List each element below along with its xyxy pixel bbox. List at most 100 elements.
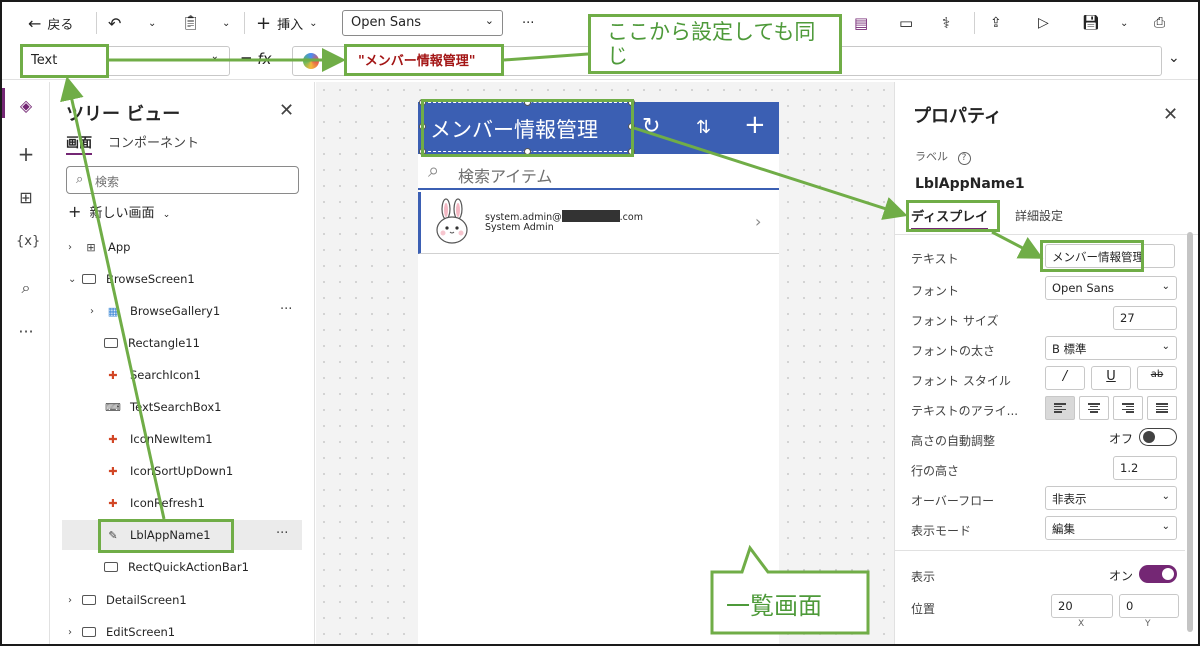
- tab-screens[interactable]: 画面: [66, 132, 93, 155]
- toggle-knob: [1162, 568, 1174, 580]
- layers-icon[interactable]: ◈: [16, 96, 36, 116]
- align-center-button[interactable]: [1079, 396, 1109, 420]
- insert-button[interactable]: + 挿入 ⌄: [256, 12, 318, 34]
- chevron-right-icon[interactable]: ›: [755, 212, 761, 231]
- auto-height-state: オフ: [1109, 432, 1134, 446]
- tree-node-search-icon[interactable]: ✚ SearchIcon1: [104, 360, 314, 390]
- visible-toggle[interactable]: [1139, 565, 1177, 583]
- chevron-down-icon: ⌄: [484, 14, 494, 27]
- tree-view-panel: ツリー ビュー ✕ 画面 コンポーネント ⌕ 検索 + 新しい画面 ⌄ › ⊞ …: [50, 82, 315, 644]
- underline-button[interactable]: U: [1091, 366, 1131, 390]
- rectangle-icon: [104, 338, 118, 348]
- text-align-label: テキストのアライ...: [911, 404, 1019, 418]
- font-weight-dropdown[interactable]: B 標準 ⌄: [1045, 336, 1177, 360]
- text-prop-label: テキスト: [911, 252, 959, 266]
- auto-height-toggle[interactable]: [1139, 428, 1177, 446]
- align-center-icon: [1088, 403, 1100, 413]
- sort-up-down-icon[interactable]: ⇅: [696, 117, 711, 138]
- chevron-down-icon[interactable]: ⌄: [222, 12, 230, 34]
- tab-advanced[interactable]: 詳細設定: [1015, 207, 1063, 224]
- align-justify-button[interactable]: [1147, 396, 1177, 420]
- font-prop-dropdown[interactable]: Open Sans ⌄: [1045, 276, 1177, 300]
- table-icon[interactable]: ⊞: [16, 188, 36, 208]
- font-prop-label: フォント: [911, 284, 960, 298]
- expand-chevron-icon[interactable]: ⌄: [1168, 50, 1180, 66]
- control-type-label: ラベル ?: [915, 148, 971, 165]
- publish-icon[interactable]: ⎙: [1154, 12, 1165, 34]
- align-right-button[interactable]: [1113, 396, 1143, 420]
- auto-height-label: 高さの自動調整: [911, 434, 996, 448]
- help-icon[interactable]: ?: [957, 152, 971, 165]
- more-options-button[interactable]: ···: [522, 12, 534, 34]
- more-options-icon[interactable]: ···: [276, 526, 288, 541]
- overflow-dropdown[interactable]: 非表示 ⌄: [1045, 486, 1177, 510]
- plus-icon[interactable]: +: [16, 142, 36, 166]
- tree-node-app[interactable]: › ⊞ App: [68, 232, 314, 262]
- search-box[interactable]: ⌕ 検索アイテム: [418, 154, 779, 190]
- divider: [974, 12, 975, 34]
- overflow-label: オーバーフロー: [911, 494, 995, 508]
- comment-icon[interactable]: ▭: [899, 12, 913, 34]
- annotation-box-text-field: [1040, 240, 1144, 272]
- strikethrough-button[interactable]: ab: [1137, 366, 1177, 390]
- share-icon[interactable]: ⇪: [990, 12, 1002, 34]
- chevron-down-icon[interactable]: ⌄: [1120, 12, 1128, 34]
- more-options-icon[interactable]: ···: [280, 302, 292, 317]
- tree-node-icon-sort[interactable]: ✚ IconSortUpDown1: [104, 456, 314, 486]
- tree-node-detail-screen[interactable]: › DetailScreen1: [68, 585, 314, 615]
- chevron-down-icon: ⌄: [162, 210, 171, 220]
- add-item-icon[interactable]: +: [744, 110, 766, 140]
- paste-icon[interactable]: 📋︎: [182, 12, 200, 34]
- redacted-block: [561, 210, 620, 222]
- gallery-item[interactable]: system.admin@ .com System Admin ›: [418, 192, 779, 254]
- plus-icon: +: [256, 12, 272, 34]
- undo-icon[interactable]: ↶: [108, 12, 121, 34]
- font-size-input[interactable]: 27: [1113, 306, 1177, 330]
- tree-node-icon-refresh[interactable]: ✚ IconRefresh1: [104, 488, 314, 518]
- save-icon[interactable]: 💾︎: [1082, 12, 1100, 34]
- position-label: 位置: [911, 602, 936, 616]
- line-height-label: 行の高さ: [911, 464, 960, 478]
- refresh-icon[interactable]: ↻: [642, 114, 660, 139]
- tree-node-browse-gallery[interactable]: › ▦ BrowseGallery1 ···: [90, 296, 314, 326]
- y-caption: Y: [1145, 619, 1151, 629]
- close-icon[interactable]: ✕: [279, 100, 294, 121]
- line-height-input[interactable]: 1.2: [1113, 456, 1177, 480]
- italic-button[interactable]: /: [1045, 366, 1085, 390]
- chevron-down-icon: ⌄: [1161, 491, 1170, 502]
- tree-node-browse-screen[interactable]: ⌄ BrowseScreen1: [68, 264, 314, 294]
- tree-search-input[interactable]: ⌕ 検索: [66, 166, 299, 194]
- tree-node-text-search-box[interactable]: ⌨ TextSearchBox1: [104, 392, 314, 422]
- visible-state: オン: [1109, 569, 1134, 583]
- app-checker-icon[interactable]: ⚕: [942, 12, 950, 34]
- tree-node-rect-quick-action[interactable]: RectQuickActionBar1: [104, 552, 314, 582]
- scrollbar[interactable]: [1187, 232, 1193, 632]
- properties-title: プロパティ: [913, 106, 1002, 127]
- tree-node-edit-screen[interactable]: › EditScreen1: [68, 617, 314, 644]
- visible-label: 表示: [911, 570, 936, 584]
- display-mode-dropdown[interactable]: 編集 ⌄: [1045, 516, 1177, 540]
- close-icon[interactable]: ✕: [1163, 104, 1178, 125]
- chevron-down-icon[interactable]: ⌄: [148, 12, 156, 34]
- app-window: ← 戻る ↶ ⌄ 📋︎ ⌄ + 挿入 ⌄ Open Sans ⌄ ··· ▤ ▭…: [0, 0, 1200, 646]
- position-x-input[interactable]: 20: [1051, 594, 1113, 618]
- notes-icon[interactable]: ▤: [854, 12, 868, 34]
- tree-node-rectangle[interactable]: Rectangle11: [104, 328, 314, 358]
- new-screen-button[interactable]: + 新しい画面 ⌄: [68, 202, 170, 221]
- font-dropdown[interactable]: Open Sans ⌄: [342, 10, 503, 36]
- copilot-icon: [303, 53, 319, 69]
- variables-icon[interactable]: {x}: [16, 234, 40, 254]
- more-icon[interactable]: ···: [16, 322, 36, 342]
- screen-icon: [82, 595, 96, 605]
- annotation-callout-formula: ここから設定しても同じ: [588, 14, 842, 74]
- play-icon[interactable]: ▷: [1038, 12, 1049, 34]
- back-button[interactable]: ← 戻る: [28, 12, 73, 34]
- align-left-button[interactable]: [1045, 396, 1075, 420]
- annotation-box-title: [421, 99, 634, 157]
- tree-node-icon-new-item[interactable]: ✚ IconNewItem1: [104, 424, 314, 454]
- position-y-input[interactable]: 0: [1119, 594, 1179, 618]
- app-screen-preview[interactable]: メンバー情報管理 ↻ ⇅ + ⌕ 検索アイテム system.admin@ .c…: [418, 102, 779, 644]
- search-icon[interactable]: ⌕: [16, 278, 36, 298]
- tab-components[interactable]: コンポーネント: [108, 132, 199, 151]
- gallery-icon: ▦: [107, 304, 119, 318]
